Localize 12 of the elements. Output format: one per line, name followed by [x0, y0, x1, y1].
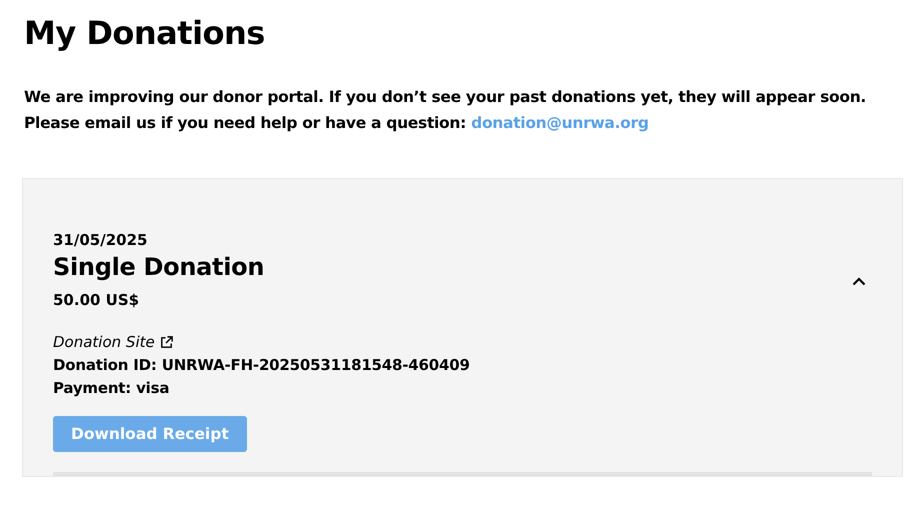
payment-method: Payment: visa — [53, 379, 170, 397]
download-receipt-button[interactable]: Download Receipt — [53, 416, 247, 452]
donation-date: 31/05/2025 — [53, 231, 148, 249]
external-link-icon — [158, 334, 174, 350]
donation-site-link[interactable]: Donation Site — [53, 333, 174, 351]
donation-amount: 50.00 US$ — [53, 291, 140, 309]
email-link[interactable]: donation@unrwa.org — [471, 114, 649, 132]
notice-text: We are improving our donor portal. If you don’t see your past donations yet, they will appear soon. Please email us if you need help or have a question: donation@unrwa.org — [24, 87, 868, 134]
donation-id: Donation ID: UNRWA-FH-20250531181548-460409 — [53, 356, 471, 374]
donation-title: Single Donation — [53, 253, 264, 281]
page-title: My Donations — [24, 14, 266, 52]
chevron-icon — [852, 277, 866, 286]
